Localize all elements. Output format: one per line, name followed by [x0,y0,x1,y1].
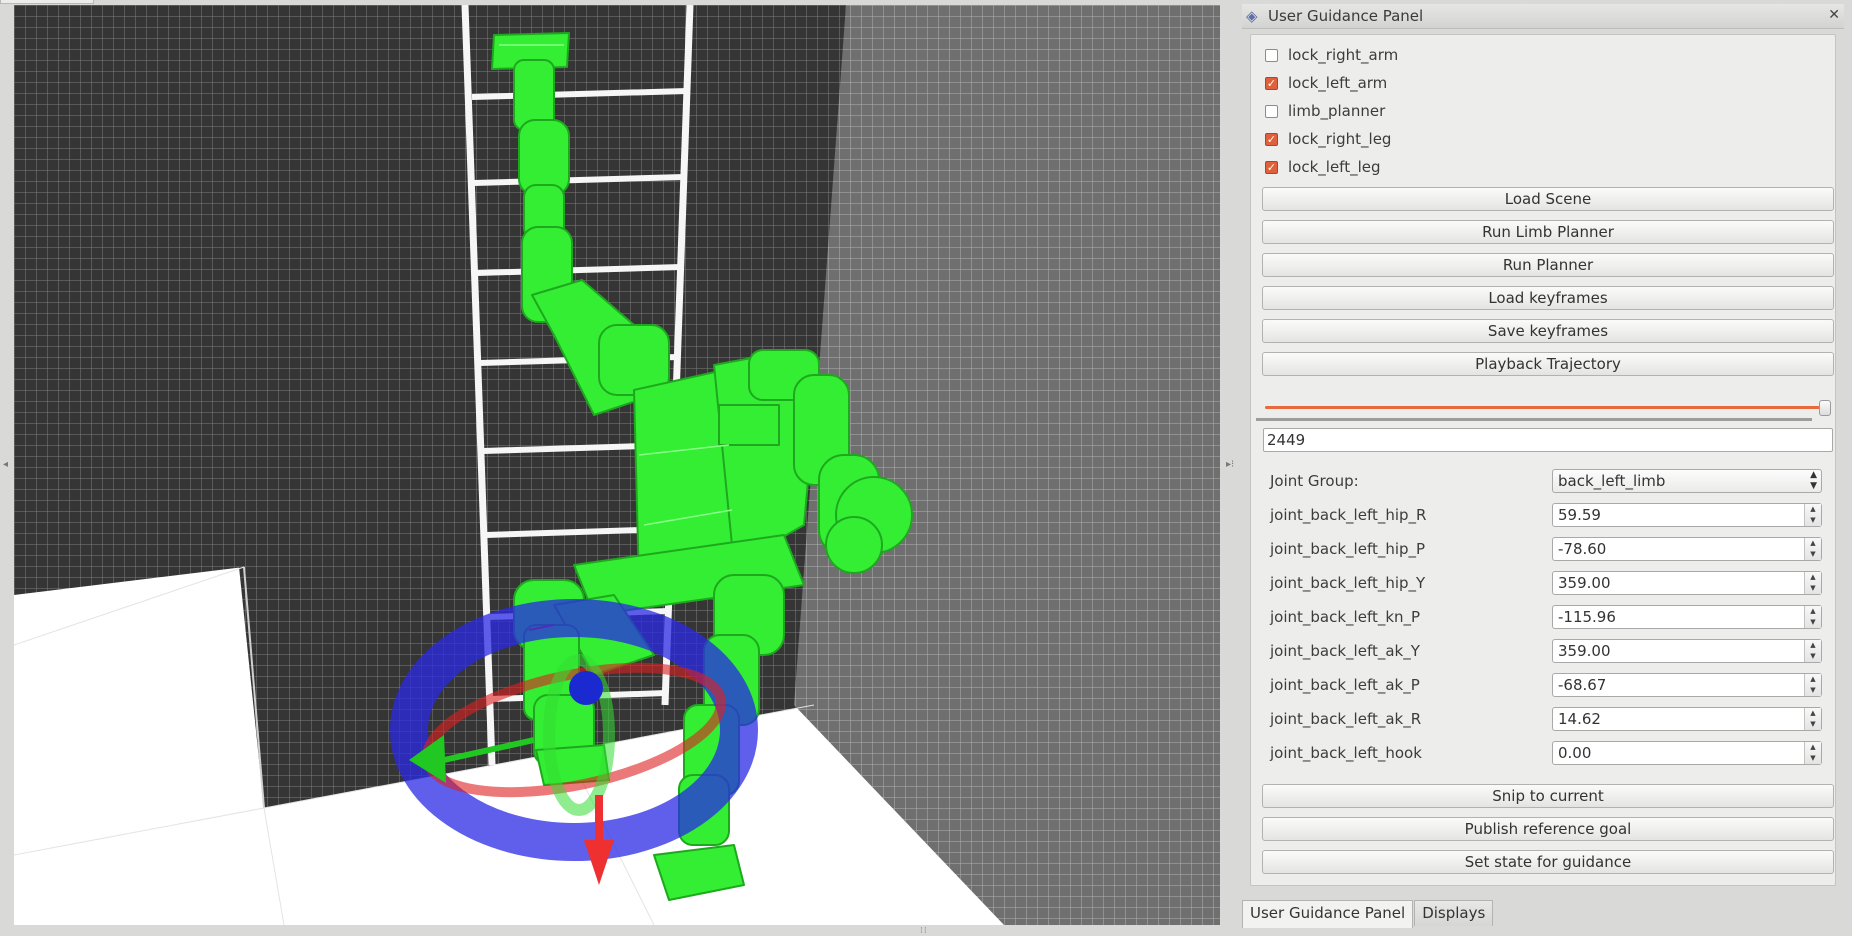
joint-label: joint_back_left_kn_P [1270,608,1421,626]
joint-hip-r-spinbox[interactable]: 59.59 ▲ ▼ [1552,503,1822,527]
spinbox-value[interactable]: 359.00 [1558,640,1611,662]
spin-up-icon[interactable]: ▲ [1805,504,1821,515]
dock-title-bar[interactable]: ◈ User Guidance Panel ✕ [1242,4,1844,29]
tab-user-guidance-panel[interactable]: User Guidance Panel [1242,900,1414,928]
viewport-top-tab [0,0,94,4]
spin-up-icon[interactable]: ▲ [1805,572,1821,583]
spinbox-value[interactable]: -68.67 [1558,674,1606,696]
chevron-updown-icon: ▲ ▼ [1810,470,1817,491]
joint-label: joint_back_left_hook [1270,744,1422,762]
joint-kn-p-spinbox[interactable]: -115.96 ▲ ▼ [1552,605,1822,629]
spinbox-value[interactable]: 359.00 [1558,572,1611,594]
spin-up-icon[interactable]: ▲ [1805,640,1821,651]
scene-svg [14,5,1220,925]
checkbox-lock-right-leg[interactable]: ✓ lock_right_leg [1265,128,1391,150]
checkbox-box[interactable] [1265,104,1278,118]
dock-tab-bar: User Guidance Panel Displays [1242,900,1494,928]
spinbox-value[interactable]: 0.00 [1558,742,1591,764]
joint-hip-y-spinbox[interactable]: 359.00 ▲ ▼ [1552,571,1822,595]
joint-ak-p-spinbox[interactable]: -68.67 ▲ ▼ [1552,673,1822,697]
joint-group-value: back_left_limb [1558,472,1666,490]
publish-reference-goal-button[interactable]: Publish reference goal [1262,817,1834,841]
checkbox-label: limb_planner [1288,102,1386,120]
run-planner-button[interactable]: Run Planner [1262,253,1834,277]
save-keyframes-button[interactable]: Save keyframes [1262,319,1834,343]
checkbox-label: lock_left_leg [1288,158,1381,176]
trajectory-slider[interactable] [1265,400,1832,418]
checkbox-box[interactable] [1265,48,1278,62]
bottom-resize-grip[interactable]: ⁞⁞ [920,926,928,936]
spin-up-icon[interactable]: ▲ [1805,674,1821,685]
collapse-left-arrow-icon[interactable]: ◂ [3,460,8,470]
joint-label: joint_back_left_ak_R [1270,710,1422,728]
playback-trajectory-button[interactable]: Playback Trajectory [1262,352,1834,376]
spinbox-value[interactable]: -115.96 [1558,606,1616,628]
user-guidance-dock: ◈ User Guidance Panel ✕ lock_right_arm ✓… [1242,4,1844,929]
checkbox-lock-left-leg[interactable]: ✓ lock_left_leg [1265,156,1381,178]
frame-index-input[interactable] [1263,428,1833,452]
slider-tick-bar [1256,418,1812,421]
joint-label: joint_back_left_ak_Y [1270,642,1420,660]
checkbox-box[interactable]: ✓ [1265,132,1278,146]
spin-up-icon[interactable]: ▲ [1805,538,1821,549]
checkbox-limb-planner[interactable]: limb_planner [1265,100,1385,122]
joint-label: joint_back_left_ak_P [1270,676,1420,694]
joint-hip-p-spinbox[interactable]: -78.60 ▲ ▼ [1552,537,1822,561]
run-limb-planner-button[interactable]: Run Limb Planner [1262,220,1834,244]
dock-splitter-handle[interactable]: ▸⁝ [1226,459,1234,470]
checkbox-box[interactable]: ✓ [1265,160,1278,174]
checkbox-lock-left-arm[interactable]: ✓ lock_left_arm [1265,72,1387,94]
spin-down-icon[interactable]: ▼ [1805,753,1821,764]
joint-label: joint_back_left_hip_R [1270,506,1427,524]
joint-group-select[interactable]: back_left_limb ▲ ▼ [1552,469,1822,493]
tab-displays[interactable]: Displays [1414,900,1494,926]
spin-down-icon[interactable]: ▼ [1805,651,1821,662]
checkbox-label: lock_right_arm [1288,46,1399,64]
joint-ak-r-spinbox[interactable]: 14.62 ▲ ▼ [1552,707,1822,731]
spin-down-icon[interactable]: ▼ [1805,685,1821,696]
spin-up-icon[interactable]: ▲ [1805,606,1821,617]
set-state-for-guidance-button[interactable]: Set state for guidance [1262,850,1834,874]
spin-down-icon[interactable]: ▼ [1805,583,1821,594]
spin-down-icon[interactable]: ▼ [1805,515,1821,526]
snip-to-current-button[interactable]: Snip to current [1262,784,1834,808]
spin-up-icon[interactable]: ▲ [1805,708,1821,719]
spinbox-value[interactable]: 59.59 [1558,504,1601,526]
checkbox-label: lock_left_arm [1288,74,1388,92]
spinbox-value[interactable]: 14.62 [1558,708,1601,730]
checkbox-lock-right-arm[interactable]: lock_right_arm [1265,44,1398,66]
close-icon[interactable]: ✕ [1828,6,1840,24]
spin-down-icon[interactable]: ▼ [1805,617,1821,628]
dock-title: User Guidance Panel [1268,7,1424,25]
spinbox-value[interactable]: -78.60 [1558,538,1606,560]
guidance-panel-body: lock_right_arm ✓ lock_left_arm limb_plan… [1250,34,1836,886]
render-viewport-3d[interactable] [14,5,1220,925]
checkbox-label: lock_right_leg [1288,130,1392,148]
checkbox-box[interactable]: ✓ [1265,76,1278,90]
joint-hook-spinbox[interactable]: 0.00 ▲ ▼ [1552,741,1822,765]
load-scene-button[interactable]: Load Scene [1262,187,1834,211]
load-keyframes-button[interactable]: Load keyframes [1262,286,1834,310]
slider-fill [1265,406,1826,409]
slider-handle[interactable] [1819,400,1832,416]
joint-label: joint_back_left_hip_Y [1270,574,1426,592]
joint-label: joint_back_left_hip_P [1270,540,1426,558]
spin-down-icon[interactable]: ▼ [1805,549,1821,560]
spin-up-icon[interactable]: ▲ [1805,742,1821,753]
spin-down-icon[interactable]: ▼ [1805,719,1821,730]
diamond-panel-icon: ◈ [1246,7,1258,25]
joint-group-label: Joint Group: [1270,472,1359,490]
joint-ak-y-spinbox[interactable]: 359.00 ▲ ▼ [1552,639,1822,663]
